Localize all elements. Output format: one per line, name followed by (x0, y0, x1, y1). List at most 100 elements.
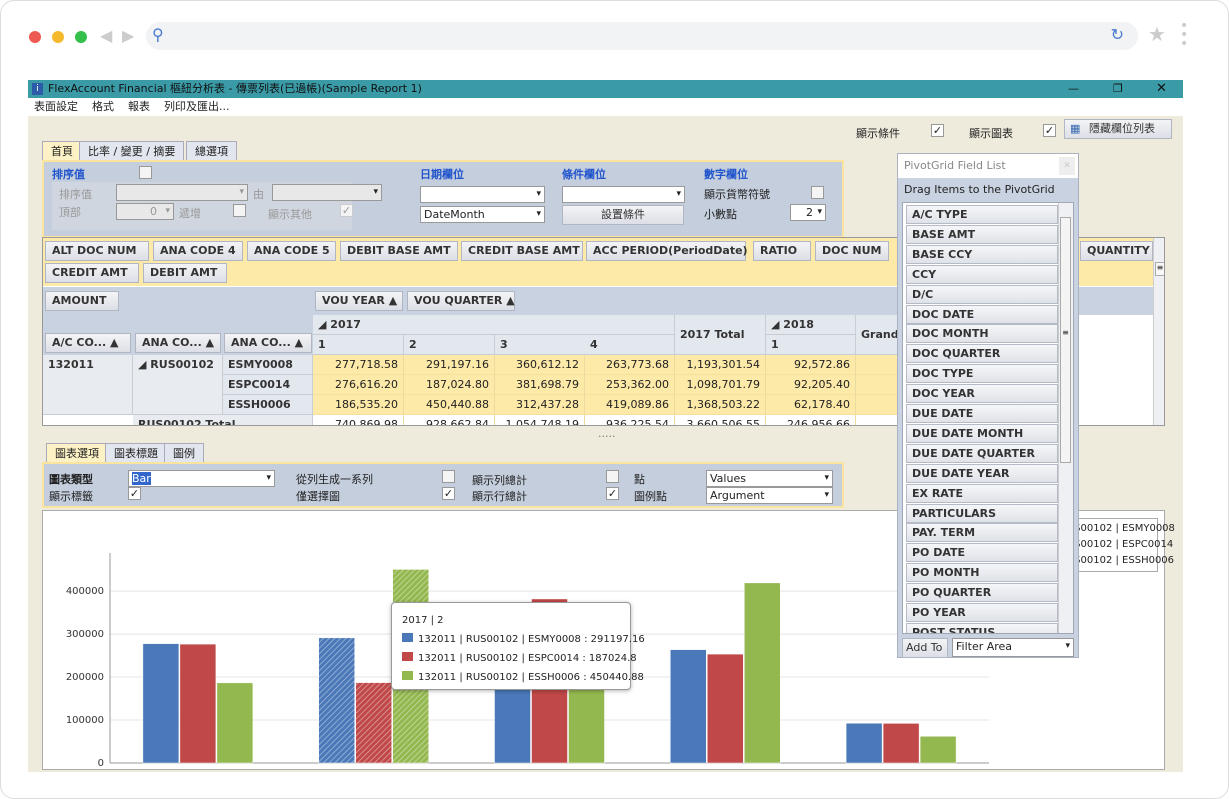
show-chart-checkbox[interactable]: ✓ (1043, 124, 1056, 137)
tab-ratio[interactable]: 比率 / 變更 / 摘要 (79, 141, 185, 161)
field-item[interactable]: EX RATE (906, 483, 1058, 503)
pivot-cell[interactable]: 277,718.58 (313, 355, 404, 375)
show-currency-checkbox[interactable] (811, 186, 824, 199)
field-item[interactable]: DOC YEAR (906, 384, 1058, 404)
pivot-cell[interactable]: 92,205.40 (766, 375, 856, 395)
filter-field[interactable]: DOC NUM (815, 241, 889, 261)
field-item[interactable]: DUE DATE (906, 404, 1058, 423)
splitter-handle[interactable]: ..... (598, 427, 615, 440)
pivot-cell[interactable]: 263,773.68 (585, 355, 675, 375)
field-item[interactable]: PO YEAR (906, 603, 1058, 622)
show-others-checkbox[interactable]: ✓ (340, 204, 353, 217)
add-to-button[interactable]: Add To (902, 638, 948, 658)
row-field-ac-code[interactable]: A/C CO... ▲ (45, 333, 131, 353)
set-condition-button[interactable]: 設置條件 (562, 205, 684, 225)
restore-icon[interactable]: ❐ (1113, 80, 1123, 98)
menu-surface[interactable]: 表面設定 (34, 100, 78, 113)
legend-point-dropdown[interactable]: Argument (706, 487, 833, 504)
pivot-scrollbar[interactable]: ≡ (1153, 238, 1164, 425)
field-list-scrollbar[interactable]: ≡ (1058, 203, 1073, 633)
pivot-cell[interactable]: 276,616.20 (313, 375, 404, 395)
pivot-cell[interactable]: 291,197.16 (404, 355, 495, 375)
data-field-amount[interactable]: AMOUNT (45, 291, 119, 311)
tab-options[interactable]: 總選項 (186, 141, 237, 161)
add-to-area-dropdown[interactable]: Filter Area (952, 638, 1074, 657)
filter-field[interactable]: CREDIT BASE AMT (461, 241, 583, 261)
field-item[interactable]: DOC DATE (906, 304, 1058, 324)
pivot-cell[interactable]: 419,089.86 (585, 395, 675, 415)
field-item[interactable]: A/C TYPE (906, 205, 1058, 224)
show-labels-checkbox[interactable]: ✓ (128, 487, 141, 500)
date-grouping-dropdown[interactable]: DateMonth (420, 206, 545, 223)
field-item[interactable]: CCY (906, 264, 1058, 284)
field-item[interactable]: PARTICULARS (906, 503, 1058, 523)
minimize-icon[interactable]: — (1068, 80, 1079, 98)
column-field-vou-year[interactable]: VOU YEAR ▲ (315, 291, 403, 311)
show-col-total-checkbox[interactable] (606, 470, 619, 483)
condition-field-dropdown[interactable] (562, 186, 685, 203)
filter-field[interactable]: QUANTITY (1080, 241, 1153, 261)
selected-only-checkbox[interactable]: ✓ (442, 487, 455, 500)
field-item[interactable]: DUE DATE YEAR (906, 463, 1058, 483)
chart-type-dropdown[interactable]: Bar (128, 470, 275, 487)
close-dot[interactable] (29, 31, 41, 43)
pivot-cell[interactable]: 62,178.40 (766, 395, 856, 415)
maximize-dot[interactable] (75, 31, 87, 43)
column-field-vou-quarter[interactable]: VOU QUARTER ▲ (407, 291, 515, 311)
filter-field[interactable]: ANA CODE 5 (247, 241, 336, 261)
top-stepper[interactable]: 0 (116, 203, 174, 220)
tab-chart-title[interactable]: 圖表標題 (105, 443, 167, 462)
field-item[interactable]: PO MONTH (906, 563, 1058, 583)
gen-series-checkbox[interactable] (442, 470, 455, 483)
pivot-cell[interactable]: 253,362.00 (585, 375, 675, 395)
pivot-cell[interactable]: 312,437.28 (495, 395, 585, 415)
pivot-cell[interactable]: 92,572.86 (766, 355, 856, 375)
field-item[interactable]: DUE DATE MONTH (906, 423, 1058, 443)
tab-chart-options[interactable]: 圖表選項 (46, 443, 108, 462)
point-dropdown[interactable]: Values (706, 470, 833, 487)
minimize-dot[interactable] (52, 31, 64, 43)
year-2017-header[interactable]: ◢ 2017 (313, 315, 675, 335)
menu-print-export[interactable]: 列印及匯出... (164, 100, 230, 113)
row-field-ana-code-1[interactable]: ANA CO... ▲ (135, 333, 221, 353)
menu-report[interactable]: 報表 (128, 100, 150, 113)
row-field-ana-code-2[interactable]: ANA CO... ▲ (224, 333, 312, 353)
hide-field-list-button[interactable]: ▦ 隱藏欄位列表 (1064, 119, 1172, 139)
star-icon[interactable]: ★ (1148, 22, 1166, 46)
tab-legend[interactable]: 圖例 (164, 443, 204, 462)
show-conditions-checkbox[interactable]: ✓ (931, 124, 944, 137)
sort-value-dropdown[interactable] (116, 184, 248, 201)
pivot-cell[interactable]: 1,193,301.54 (675, 355, 766, 375)
field-item[interactable]: DUE DATE QUARTER (906, 443, 1058, 463)
filter-field[interactable]: CREDIT AMT (45, 263, 139, 283)
field-item[interactable]: BASE CCY (906, 244, 1058, 264)
close-icon[interactable]: ✕ (1059, 157, 1075, 175)
pivot-cell[interactable]: 360,612.12 (495, 355, 585, 375)
close-icon[interactable]: ✕ (1156, 80, 1167, 98)
pivot-cell[interactable]: 187,024.80 (404, 375, 495, 395)
filter-field[interactable]: DEBIT AMT (143, 263, 227, 283)
row-ana[interactable]: ◢ RUS00102 (133, 355, 223, 415)
menu-icon[interactable]: • • • (1180, 19, 1188, 51)
show-row-total-checkbox[interactable]: ✓ (606, 487, 619, 500)
menu-format[interactable]: 格式 (92, 100, 114, 113)
field-item[interactable]: BASE AMT (906, 224, 1058, 244)
filter-field[interactable]: DEBIT BASE AMT (340, 241, 458, 261)
forward-icon[interactable]: ▶ (122, 26, 134, 45)
ascending-checkbox[interactable] (233, 204, 246, 217)
address-bar[interactable]: ⚲ ↻ (146, 22, 1138, 50)
tab-home[interactable]: 首頁 (42, 141, 82, 161)
pivot-cell[interactable]: 1,368,503.22 (675, 395, 766, 415)
field-item[interactable]: PAY. TERM (906, 523, 1058, 543)
filter-field[interactable]: ALT DOC NUM (45, 241, 149, 261)
reload-icon[interactable]: ↻ (1111, 25, 1124, 44)
filter-field[interactable]: RATIO (753, 241, 811, 261)
field-item[interactable]: DOC TYPE (906, 364, 1058, 384)
pivot-cell[interactable]: 186,535.20 (313, 395, 404, 415)
field-item[interactable]: POST STATUS (906, 622, 1058, 633)
field-item[interactable]: DOC QUARTER (906, 344, 1058, 364)
field-item[interactable]: PO QUARTER (906, 583, 1058, 603)
pivot-cell[interactable]: 450,440.88 (404, 395, 495, 415)
pivot-cell[interactable]: 1,098,701.79 (675, 375, 766, 395)
year-2018-header[interactable]: ◢ 2018 (766, 315, 856, 335)
